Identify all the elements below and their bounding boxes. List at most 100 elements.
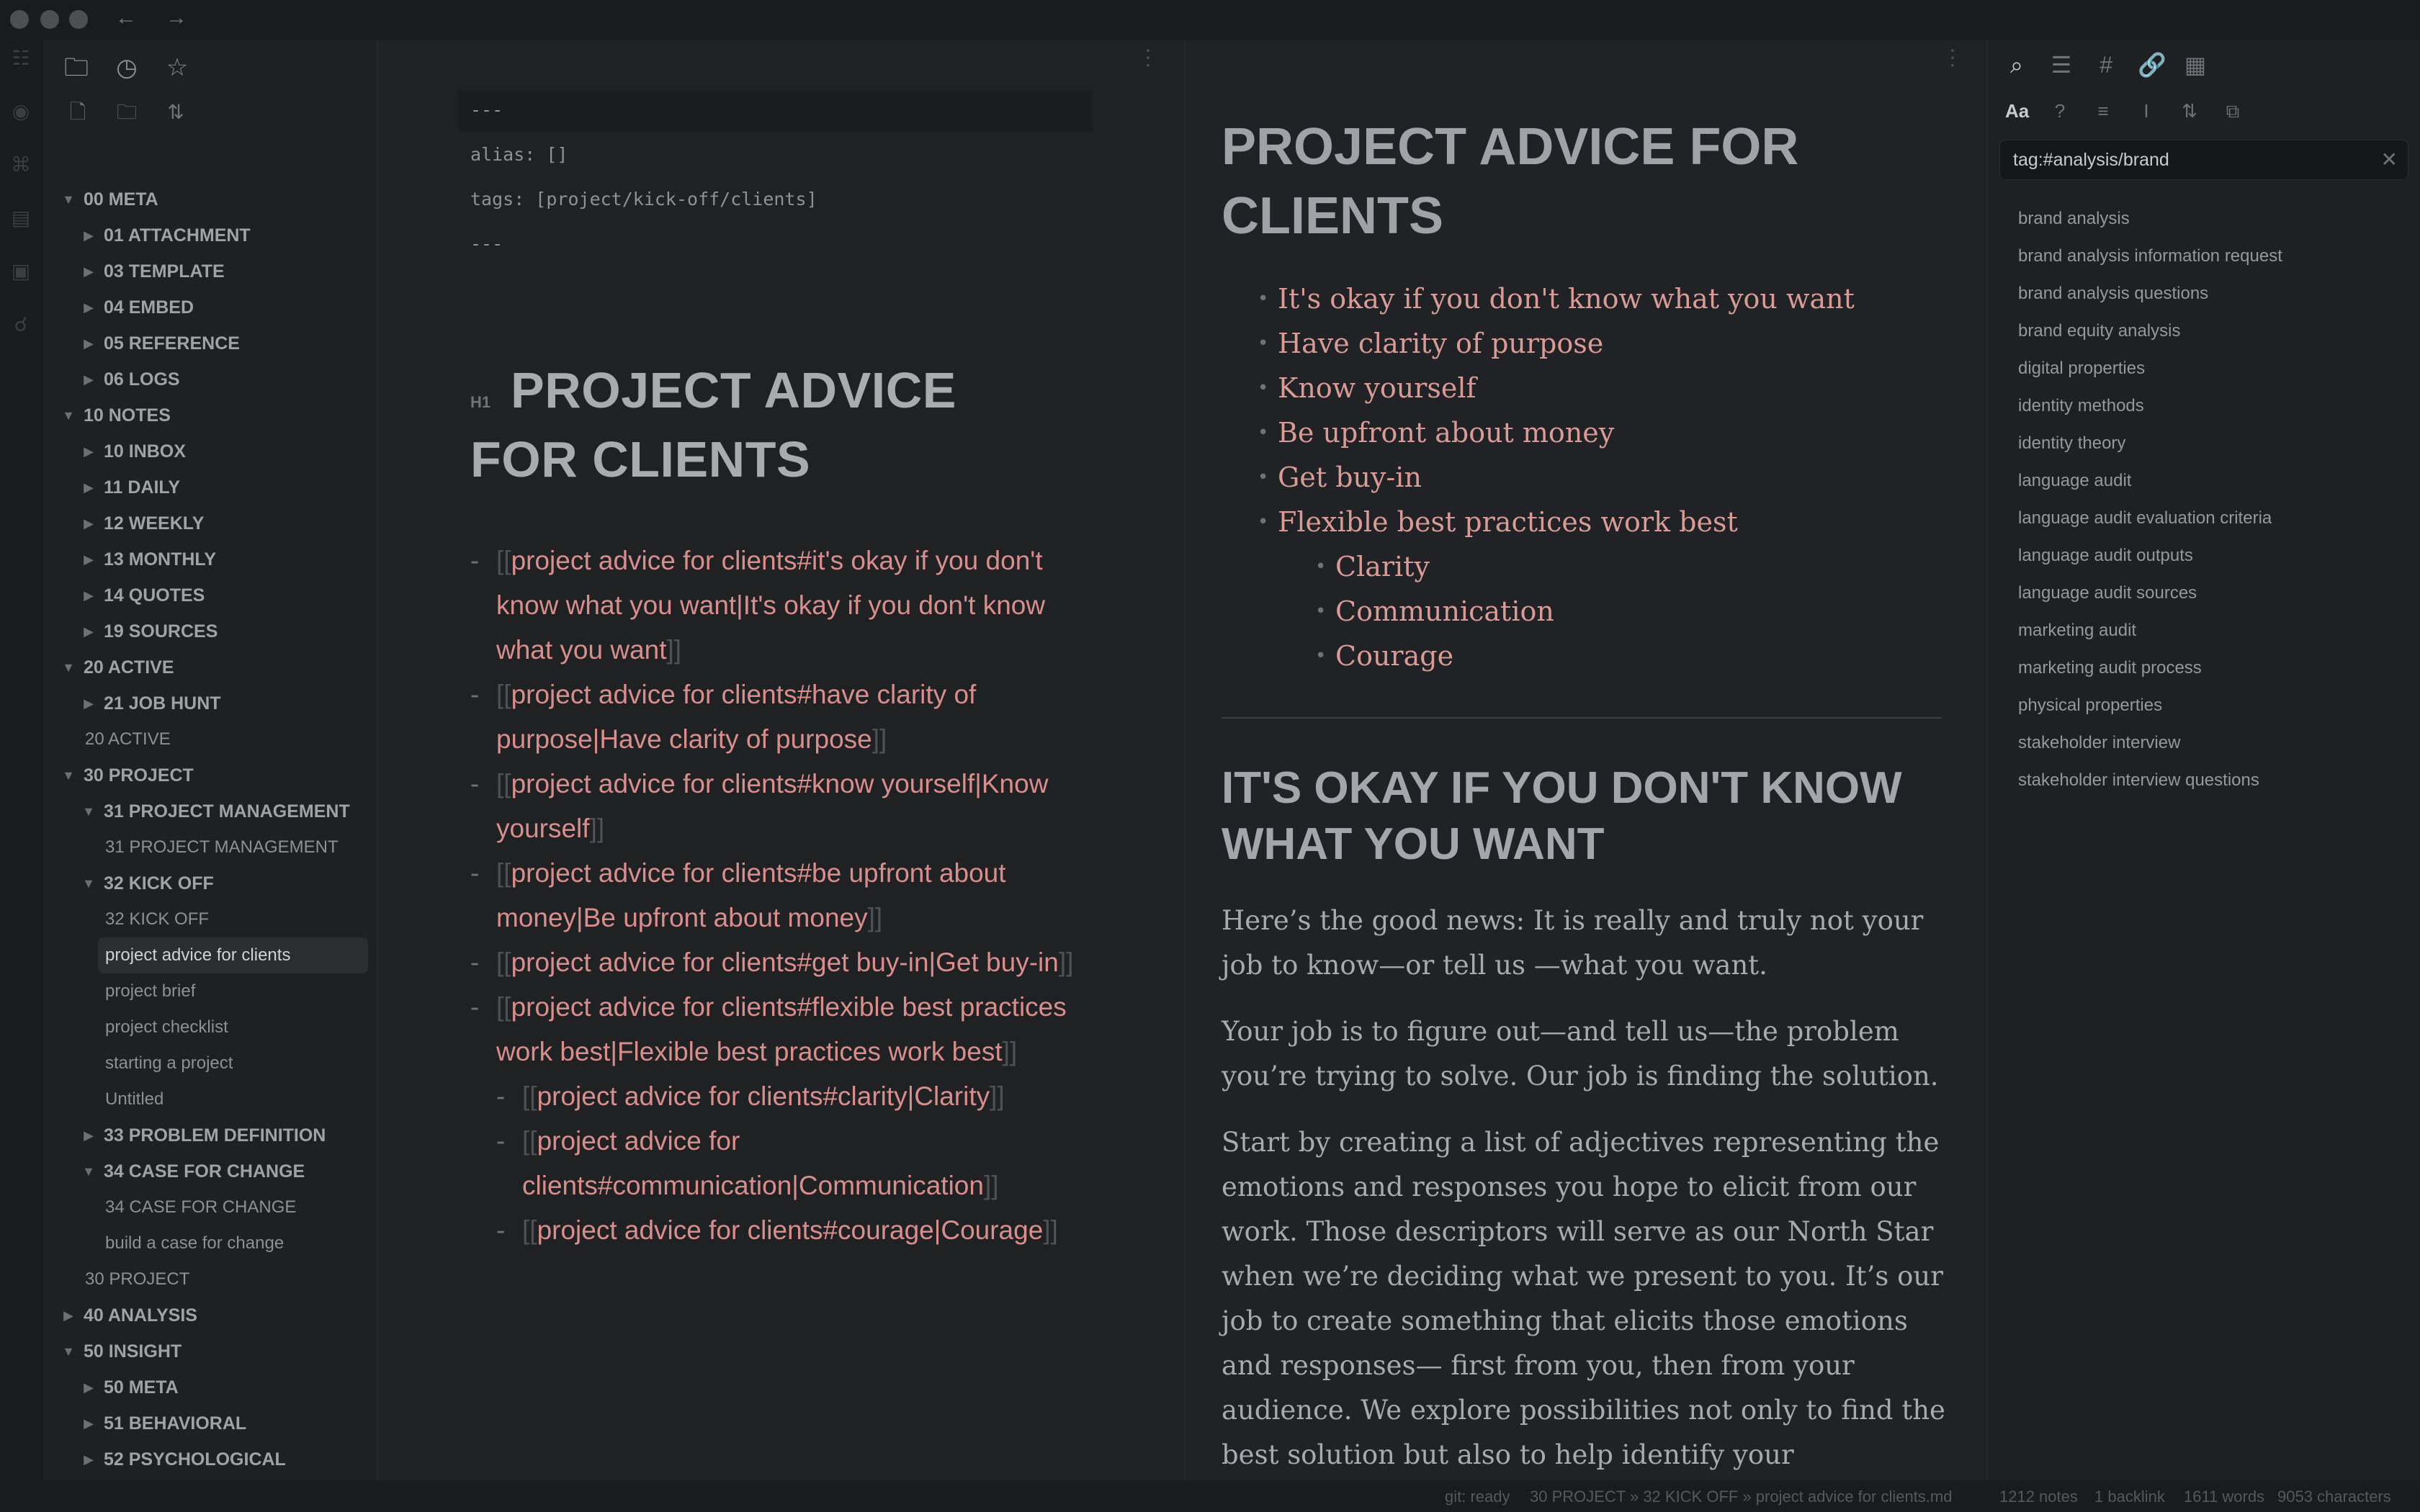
git-status[interactable]: git: ready	[1445, 1488, 1510, 1506]
more-options-icon[interactable]: ⋮	[1137, 48, 1159, 69]
search-result-item[interactable]: brand analysis information request	[2018, 238, 2407, 275]
tree-file[interactable]: project checklist	[43, 1009, 377, 1045]
wikilink-list-item[interactable]: - [[project advice for clients#courage|Co…	[470, 1208, 1075, 1253]
preview-list-item[interactable]: • Courage	[1315, 634, 1940, 678]
wikilink-list-item[interactable]: - [[project advice for clients#get buy-in…	[470, 940, 1075, 985]
preview-list-item[interactable]: • Clarity	[1315, 544, 1940, 589]
search-result-item[interactable]: language audit outputs	[2018, 537, 2407, 575]
tag-icon[interactable]: #	[2093, 46, 2119, 84]
tree-folder[interactable]: ▼ 31 PROJECT MANAGEMENT	[43, 793, 377, 829]
zoom-window-button[interactable]	[69, 10, 88, 29]
chevron-down-icon[interactable]: ▼	[59, 408, 78, 423]
chevron-right-icon[interactable]: ▶	[79, 696, 98, 711]
tree-folder[interactable]: ▶ 06 LOGS	[43, 361, 377, 397]
new-note-icon[interactable]: 🗋	[65, 99, 91, 125]
wikilink-text[interactable]: project advice for clients#be upfront ab…	[496, 858, 1006, 932]
search-result-item[interactable]: brand analysis	[2018, 200, 2407, 238]
tree-folder[interactable]: ▶ 13 MONTHLY	[43, 541, 377, 577]
preview-link-text[interactable]: Clarity	[1335, 551, 1430, 582]
wikilink-text[interactable]: project advice for clients#flexible best…	[496, 992, 1067, 1066]
close-window-button[interactable]	[10, 10, 29, 29]
search-result-item[interactable]: marketing audit	[2018, 612, 2407, 649]
chevron-right-icon[interactable]: ▶	[79, 372, 98, 387]
starred-icon[interactable]: ☆	[163, 53, 192, 82]
preview-link-text[interactable]: Get buy-in	[1278, 462, 1422, 493]
chevron-right-icon[interactable]: ▶	[79, 1380, 98, 1395]
chevron-down-icon[interactable]: ▼	[79, 876, 98, 891]
chevron-right-icon[interactable]: ▶	[79, 1452, 98, 1467]
preview-link-text[interactable]: Have clarity of purpose	[1278, 328, 1603, 359]
wikilink-list-item[interactable]: - [[project advice for clients#be upfront…	[470, 851, 1075, 940]
tree-file[interactable]: 34 CASE FOR CHANGE	[43, 1189, 377, 1225]
search-result-item[interactable]: language audit sources	[2018, 575, 2407, 612]
tree-file[interactable]: starting a project	[43, 1045, 377, 1081]
chevron-right-icon[interactable]: ▶	[79, 1128, 98, 1143]
tree-folder[interactable]: ▼ 20 ACTIVE	[43, 649, 377, 685]
tree-folder[interactable]: ▼ 50 INSIGHT	[43, 1333, 377, 1369]
chevron-down-icon[interactable]: ▼	[59, 192, 78, 207]
preview-list-item[interactable]: • Have clarity of purpose	[1258, 321, 1940, 366]
backlink-count[interactable]: 1 backlink	[2094, 1488, 2165, 1506]
tree-file[interactable]: 20 ACTIVE	[43, 721, 377, 757]
new-folder-icon[interactable]: 🗀	[114, 99, 140, 125]
command-palette-icon[interactable]: ⌘	[10, 154, 32, 176]
wikilink-list-item[interactable]: - [[project advice for clients#it's okay …	[470, 539, 1075, 672]
tree-folder[interactable]: ▼ 00 META	[43, 181, 377, 217]
link-icon[interactable]: 🔗	[2138, 46, 2166, 84]
clear-search-icon[interactable]: ✕	[2381, 149, 2398, 171]
tree-folder[interactable]: ▼ 30 PROJECT	[43, 757, 377, 793]
preview-link-text[interactable]: Communication	[1335, 595, 1554, 627]
text-cursor-icon[interactable]: I	[2135, 98, 2158, 124]
back-arrow-icon[interactable]: ←	[115, 6, 137, 30]
tree-folder[interactable]: ▶ 04 EMBED	[43, 289, 377, 325]
chevron-right-icon[interactable]: ▶	[79, 444, 98, 459]
chevron-right-icon[interactable]: ▶	[79, 480, 98, 495]
more-options-icon[interactable]: ⋮	[1942, 48, 1963, 69]
tree-folder[interactable]: ▶ 01 ATTACHMENT	[43, 217, 377, 253]
chevron-down-icon[interactable]: ▼	[59, 660, 78, 675]
search-result-item[interactable]: marketing audit process	[2018, 649, 2407, 687]
wikilink-text[interactable]: project advice for clients#communication…	[522, 1126, 984, 1200]
sort-icon[interactable]: ⇅	[163, 99, 189, 125]
help-icon[interactable]: ?	[2048, 98, 2071, 124]
preview-list-item[interactable]: • Communication	[1315, 589, 1940, 634]
preview-link-text[interactable]: Be upfront about money	[1278, 417, 1614, 449]
wikilink-text[interactable]: project advice for clients#have clarity …	[496, 680, 976, 754]
preview-list-item[interactable]: • Know yourself	[1258, 366, 1940, 410]
preview-link-text[interactable]: Courage	[1335, 640, 1453, 672]
search-result-item[interactable]: language audit	[2018, 462, 2407, 500]
preview-list-item[interactable]: • Get buy-in	[1258, 455, 1940, 500]
tree-file[interactable]: 32 KICK OFF	[43, 901, 377, 937]
search-result-item[interactable]: brand analysis questions	[2018, 275, 2407, 312]
preview-link-text[interactable]: Flexible best practices work best	[1278, 506, 1738, 538]
publish-icon[interactable]: ☌	[10, 314, 32, 336]
wikilink-list-item[interactable]: - [[project advice for clients#know yours…	[470, 762, 1075, 851]
wikilink-text[interactable]: project advice for clients#courage|Coura…	[537, 1215, 1044, 1245]
tree-folder[interactable]: ▶ 33 PROBLEM DEFINITION	[43, 1117, 377, 1153]
wikilink-list-item[interactable]: - [[project advice for clients#flexible b…	[470, 985, 1075, 1074]
editor-pane[interactable]: ⋮ --- alias: [] tags: [project/kick-off/…	[380, 40, 1183, 1480]
preview-list-item[interactable]: • Be upfront about money	[1258, 410, 1940, 455]
recent-files-icon[interactable]: ◷	[112, 53, 141, 82]
tree-folder[interactable]: ▶ 19 SOURCES	[43, 613, 377, 649]
tree-folder[interactable]: ▼ 10 NOTES	[43, 397, 377, 433]
search-result-item[interactable]: identity theory	[2018, 425, 2407, 462]
tree-folder[interactable]: ▼ 34 CASE FOR CHANGE	[43, 1153, 377, 1189]
chevron-right-icon[interactable]: ▶	[79, 336, 98, 351]
forward-arrow-icon[interactable]: →	[166, 6, 187, 30]
tree-folder[interactable]: ▶ 11 DAILY	[43, 469, 377, 505]
daily-note-icon[interactable]: ▣	[10, 261, 32, 282]
wikilink-list-item[interactable]: - [[project advice for clients#have clari…	[470, 672, 1075, 762]
tree-folder[interactable]: ▶ 52 PSYCHOLOGICAL	[43, 1441, 377, 1477]
tree-folder[interactable]: ▶ 51 BEHAVIORAL	[43, 1405, 377, 1441]
wikilink-text[interactable]: project advice for clients#it's okay if …	[496, 546, 1045, 665]
outline-icon[interactable]: ☰	[2048, 46, 2074, 84]
collapse-sidebar-icon[interactable]: ☷	[10, 48, 32, 69]
preview-link-text[interactable]: It's okay if you don't know what you wan…	[1278, 283, 1855, 315]
tree-file[interactable]: build a case for change	[43, 1225, 377, 1261]
wikilink-list-item[interactable]: - [[project advice for clients#clarity|Cl…	[470, 1074, 1075, 1119]
list-icon[interactable]: ≡	[2092, 98, 2115, 124]
file-explorer-icon[interactable]: 🗀	[62, 53, 91, 82]
tree-file[interactable]: project brief	[43, 973, 377, 1009]
tree-file[interactable]: 30 PROJECT	[43, 1261, 377, 1297]
